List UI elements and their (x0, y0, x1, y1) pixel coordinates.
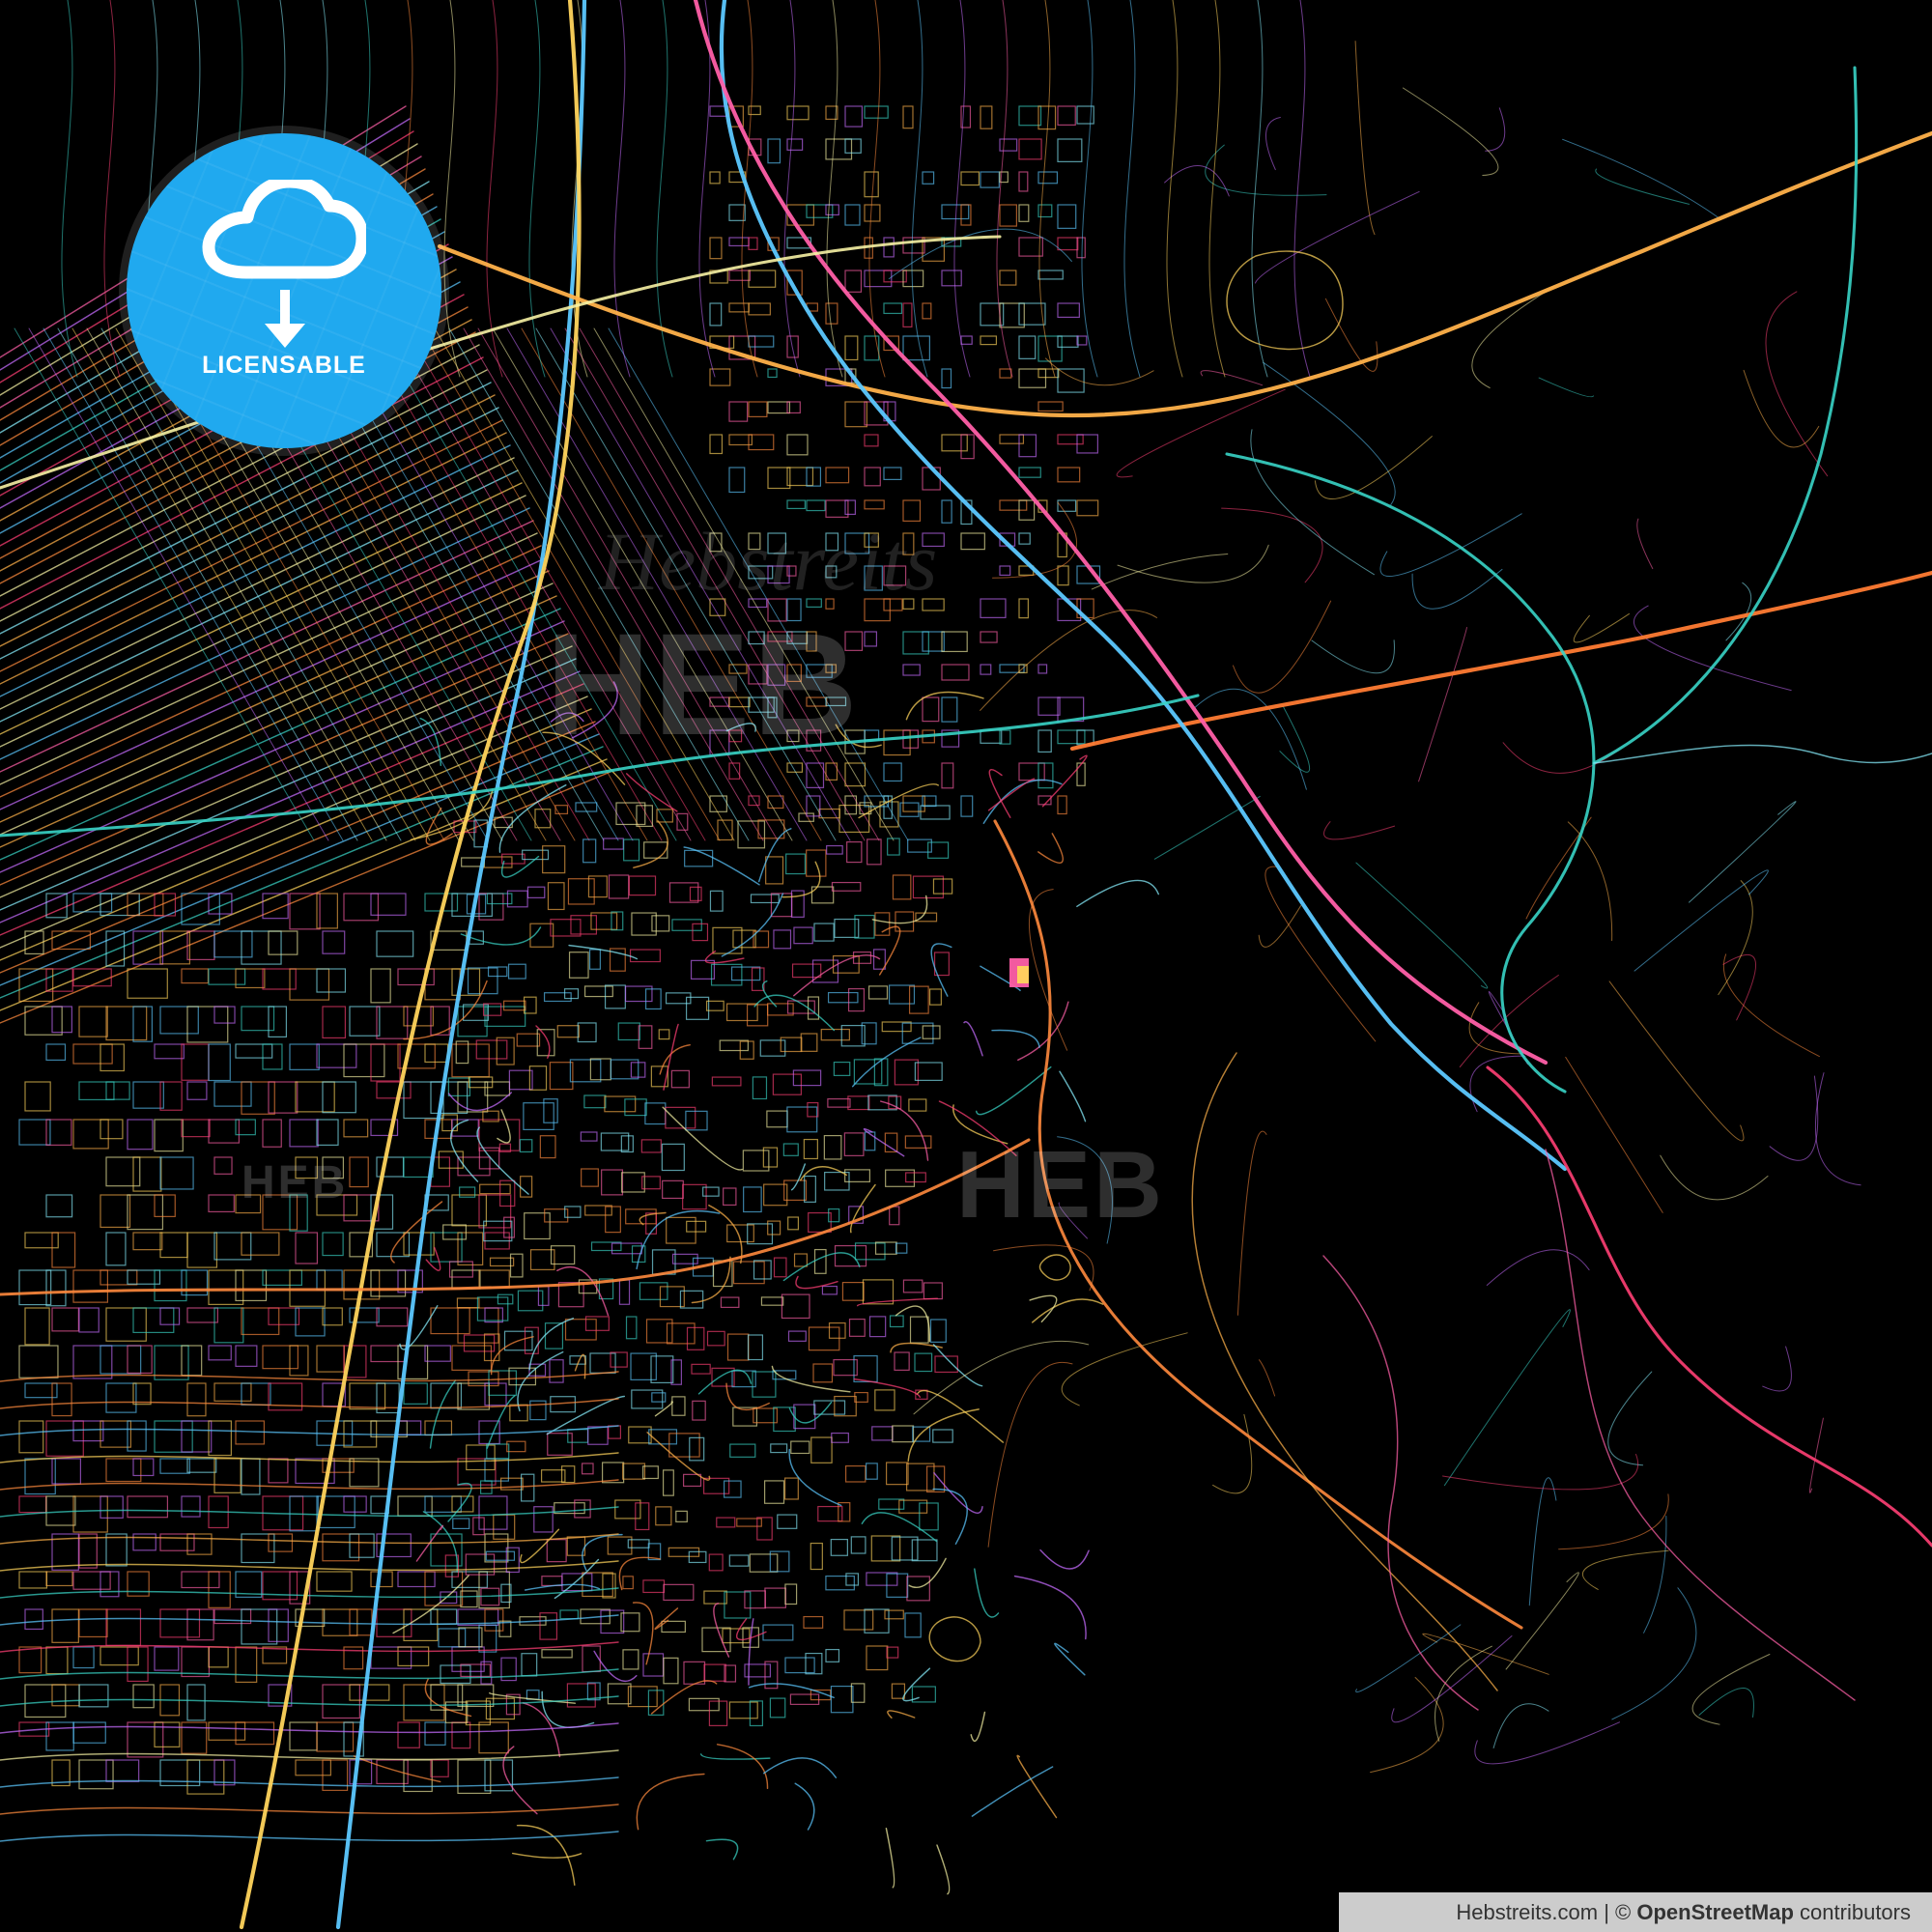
licensable-badge[interactable]: LICENSABLE (127, 133, 441, 448)
map-poster-page: HEB Hebstreits HEB HEB LICENSABLE Hebstr… (0, 0, 1932, 1932)
credit-suffix: contributors (1793, 1900, 1911, 1924)
credit-source[interactable]: OpenStreetMap (1636, 1900, 1794, 1924)
cloud-icon (202, 180, 366, 279)
watermark-heb-small: HEB (242, 1157, 348, 1208)
map-credit: Hebstreits.com | © OpenStreetMap contrib… (1339, 1892, 1932, 1932)
credit-site[interactable]: Hebstreits.com (1456, 1900, 1598, 1924)
licensable-label: LICENSABLE (202, 352, 366, 379)
watermark-script-center: Hebstreits (598, 515, 937, 608)
watermark-heb-center: HEB (546, 603, 861, 765)
colored-map-block-inner (1017, 966, 1029, 983)
credit-separator: | © (1598, 1900, 1637, 1924)
map-credit-text: Hebstreits.com | © OpenStreetMap contrib… (1456, 1892, 1911, 1932)
download-arrow-icon (265, 290, 305, 348)
watermark-heb-lower: HEB (956, 1131, 1165, 1237)
